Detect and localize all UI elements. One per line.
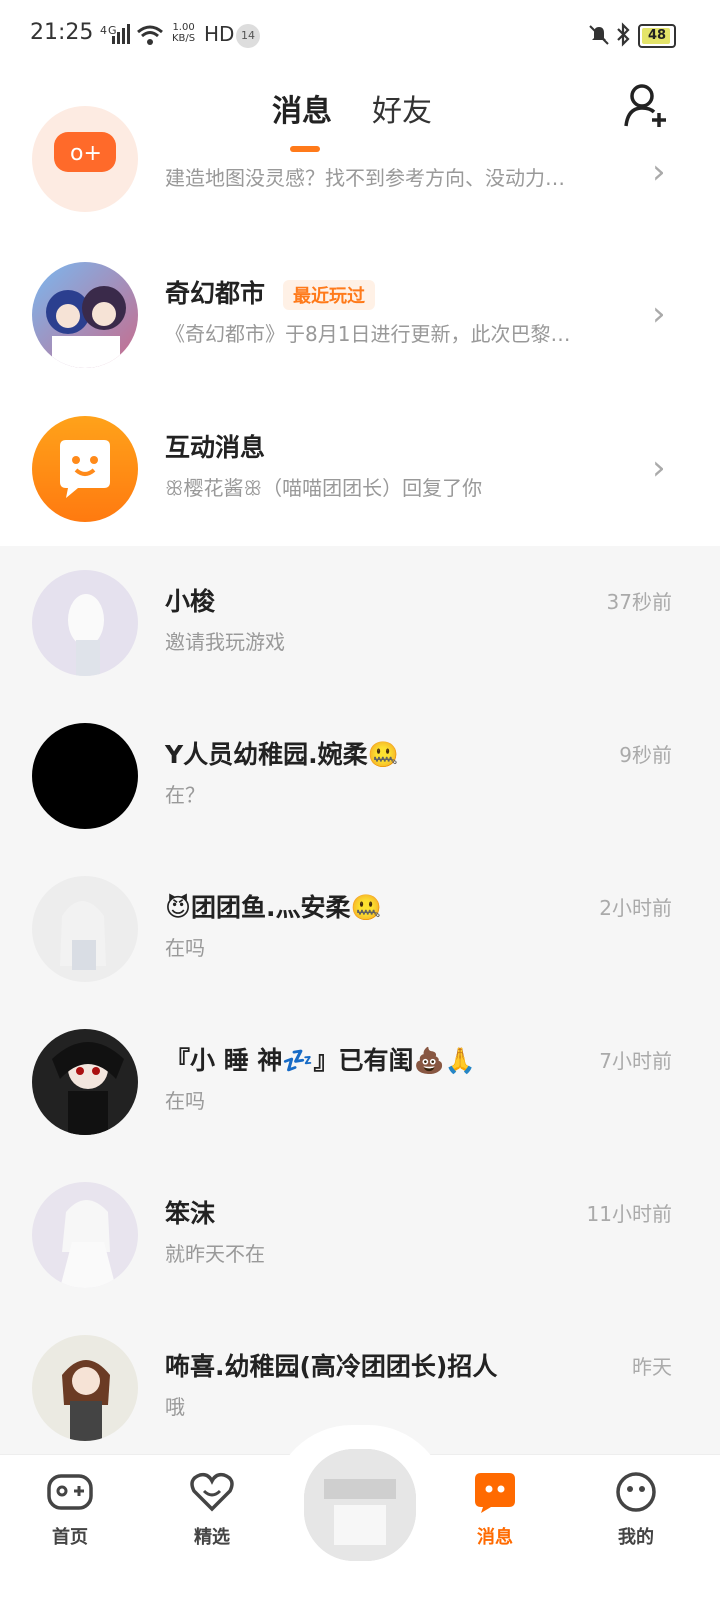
nav-featured-label: 精选 bbox=[194, 1527, 230, 1548]
hd-indicator: HD bbox=[204, 22, 235, 46]
pinned-row-fantasy-city[interactable]: 奇幻都市 最近玩过 《奇幻都市》于8月1日进行更新，此次巴黎… › bbox=[0, 262, 720, 427]
nav-home[interactable]: 首页 bbox=[30, 1471, 110, 1549]
chat-row[interactable]: 😈团团鱼.灬安柔🤐 在吗 2小时前 bbox=[0, 876, 720, 1041]
chat-preview: 在吗 bbox=[165, 936, 205, 960]
pinned-list: o+ 建造地图没灵感？找不到参考方向、没动力… › 奇幻都市 最近玩过 《奇幻都市… bbox=[0, 106, 720, 546]
user-avatar bbox=[32, 1335, 138, 1441]
gamepad-icon bbox=[47, 1474, 93, 1510]
user-avatar bbox=[32, 1029, 138, 1135]
game-controller-icon: o+ bbox=[54, 132, 116, 172]
pinned-subtitle: 建造地图没灵感？找不到参考方向、没动力… bbox=[165, 166, 565, 190]
nav-featured[interactable]: 精选 bbox=[172, 1471, 252, 1549]
battery-icon: 48 bbox=[638, 24, 676, 48]
notification-count-badge: 14 bbox=[236, 24, 260, 48]
nav-home-label: 首页 bbox=[52, 1527, 88, 1548]
chat-time: 37秒前 bbox=[606, 590, 672, 614]
bluetooth-icon bbox=[617, 22, 630, 47]
avatar bbox=[32, 416, 138, 522]
chat-list: 小梭 邀请我玩游戏 37秒前 Y人员幼稚园.婉柔🤐 在？ 9秒前 😈团团鱼.灬安… bbox=[0, 546, 720, 1456]
chat-time: 9秒前 bbox=[619, 743, 672, 767]
chat-row[interactable]: Y人员幼稚园.婉柔🤐 在？ 9秒前 bbox=[0, 723, 720, 888]
chat-time: 7小时前 bbox=[599, 1049, 672, 1073]
user-avatar bbox=[32, 876, 138, 982]
chat-time: 11小时前 bbox=[586, 1202, 672, 1226]
chat-name: 😈团团鱼.灬安柔🤐 bbox=[165, 893, 382, 922]
message-icon bbox=[475, 1473, 515, 1513]
chat-bubble-face-icon bbox=[60, 440, 110, 498]
svg-text:o+: o+ bbox=[70, 141, 102, 166]
center-avatar-button[interactable] bbox=[298, 1443, 422, 1567]
chat-row[interactable]: 『小 睡 神💤』已有闺💩🙏 在吗 7小时前 bbox=[0, 1029, 720, 1194]
chat-name: Y人员幼稚园.婉柔🤐 bbox=[165, 740, 399, 769]
nav-mine[interactable]: 我的 bbox=[596, 1471, 676, 1549]
chat-name: 笨沫 bbox=[165, 1199, 216, 1228]
chat-name: 小梭 bbox=[165, 587, 216, 616]
chat-time: 昨天 bbox=[632, 1355, 672, 1379]
chat-name: 咘喜.幼稚园(高冷团团长)招人 bbox=[165, 1352, 498, 1381]
chat-name: 『小 睡 神💤』已有闺💩🙏 bbox=[165, 1046, 476, 1075]
signal-icon bbox=[112, 24, 130, 44]
avatar: o+ bbox=[32, 106, 138, 212]
nav-messages[interactable]: 消息 bbox=[455, 1471, 535, 1549]
chat-preview: 在吗 bbox=[165, 1089, 205, 1113]
wifi-icon bbox=[137, 25, 163, 45]
pinned-subtitle: ꕥ樱花酱ꕥ（喵喵团团长）回复了你 bbox=[165, 476, 483, 500]
chat-preview: 在？ bbox=[165, 783, 205, 807]
pinned-row-builder[interactable]: o+ 建造地图没灵感？找不到参考方向、没动力… › bbox=[0, 106, 720, 267]
chat-preview: 邀请我玩游戏 bbox=[165, 630, 285, 654]
nav-mine-label: 我的 bbox=[618, 1527, 654, 1548]
user-avatar bbox=[32, 1182, 138, 1288]
chat-preview: 哦 bbox=[165, 1395, 185, 1419]
pinned-subtitle: 《奇幻都市》于8月1日进行更新，此次巴黎… bbox=[165, 322, 571, 346]
pinned-title: 奇幻都市 最近玩过 bbox=[165, 274, 376, 310]
net-speed: 1.00 KB/S bbox=[172, 22, 196, 44]
status-time: 21:25 bbox=[30, 20, 94, 45]
chat-row[interactable]: 笨沫 就昨天不在 11小时前 bbox=[0, 1182, 720, 1347]
chevron-right-icon: › bbox=[652, 152, 666, 192]
heart-icon bbox=[190, 1472, 234, 1512]
chat-time: 2小时前 bbox=[599, 896, 672, 920]
recently-played-tag: 最近玩过 bbox=[283, 280, 376, 310]
game-avatar bbox=[32, 262, 138, 368]
chat-row[interactable]: 小梭 邀请我玩游戏 37秒前 bbox=[0, 570, 720, 735]
nav-messages-label: 消息 bbox=[477, 1527, 513, 1548]
pinned-title: 互动消息 bbox=[165, 433, 266, 462]
user-avatar bbox=[32, 570, 138, 676]
mute-bell-icon bbox=[589, 25, 609, 45]
user-avatar bbox=[32, 723, 138, 829]
chevron-right-icon: › bbox=[652, 448, 666, 488]
bottom-nav: 首页 精选 消息 我的 bbox=[0, 1425, 720, 1601]
chat-preview: 就昨天不在 bbox=[165, 1242, 265, 1266]
chevron-right-icon: › bbox=[652, 294, 666, 334]
profile-face-icon bbox=[616, 1472, 656, 1512]
status-bar: 21:25 4G 1.00 KB/S HD 14 48 bbox=[0, 0, 720, 72]
